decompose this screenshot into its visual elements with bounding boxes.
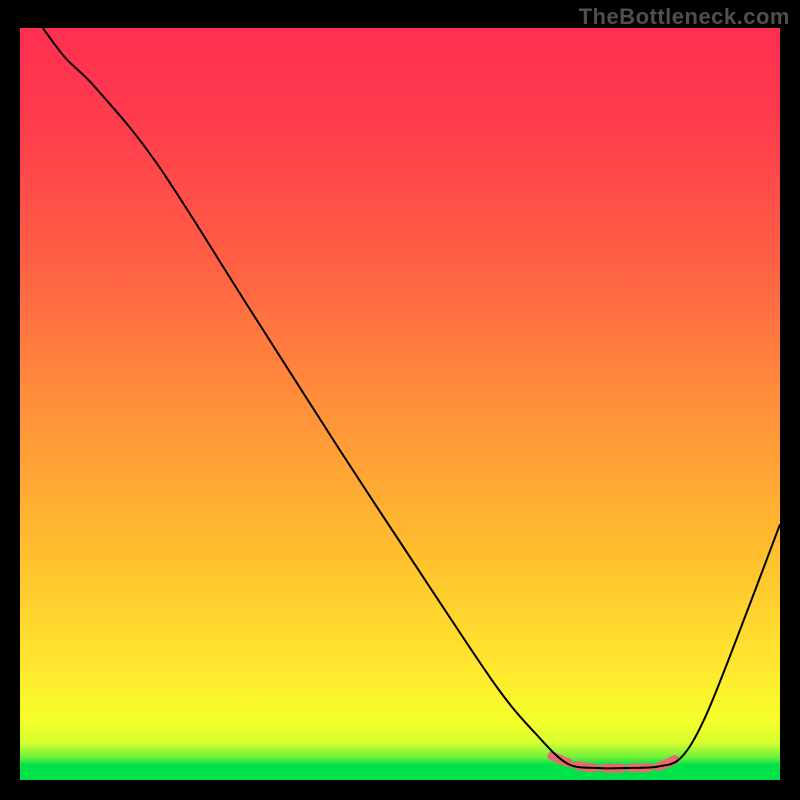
plot-area xyxy=(20,28,780,780)
gradient-rect xyxy=(20,28,780,780)
plot-svg xyxy=(20,28,780,780)
chart-frame: TheBottleneck.com xyxy=(0,0,800,800)
watermark-text: TheBottleneck.com xyxy=(579,4,790,30)
